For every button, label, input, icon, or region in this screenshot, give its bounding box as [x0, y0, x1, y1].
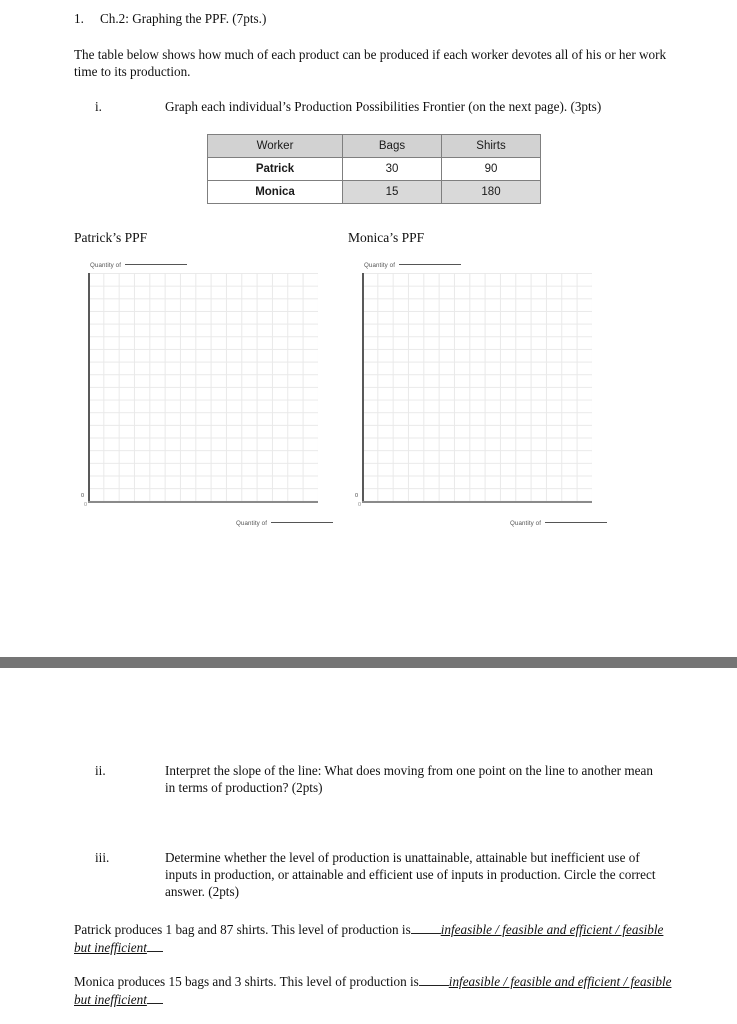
monica-y-axis-label-text: Quantity of — [364, 262, 396, 269]
monica-answer-blank[interactable] — [418, 985, 449, 986]
monica-x-axis-label-text: Quantity of — [510, 520, 542, 527]
monica-answer-line: Monica produces 15 bags and 3 shirts. Th… — [74, 973, 674, 1009]
patrick-x-axis-line — [88, 501, 318, 503]
table-cell-shirts: 180 — [441, 180, 541, 204]
table-cell-shirts: 90 — [441, 157, 541, 181]
monica-origin-label-secondary: 0 — [358, 502, 362, 508]
sub-item-i: i. Graph each individual’s Production Po… — [95, 98, 675, 115]
table-cell-bags: 30 — [342, 157, 442, 181]
patrick-answer-blank[interactable] — [410, 933, 441, 934]
sub-item-iii-text: Determine whether the level of productio… — [165, 850, 656, 899]
table-header-row: Worker Bags Shirts — [207, 134, 541, 158]
intro-paragraph: The table below shows how much of each p… — [74, 47, 667, 79]
monica-answer-prompt: Monica produces 15 bags and 3 shirts. Th… — [74, 974, 419, 989]
patrick-y-axis-label-text: Quantity of — [90, 262, 122, 269]
patrick-x-axis-blank[interactable] — [271, 522, 334, 523]
sub-item-ii-text: Interpret the slope of the line: What do… — [165, 763, 653, 795]
patrick-origin-label: 0 — [81, 493, 85, 499]
patrick-y-axis-label: Quantity of — [90, 262, 188, 269]
monica-y-axis-label: Quantity of — [364, 262, 462, 269]
table-cell-worker: Monica — [207, 180, 343, 204]
sub-item-ii: ii. Interpret the slope of the line: Wha… — [95, 762, 655, 796]
monica-x-axis-blank[interactable] — [545, 522, 608, 523]
patrick-answer-prompt: Patrick produces 1 bag and 87 shirts. Th… — [74, 922, 411, 937]
patrick-y-axis-line — [88, 273, 90, 502]
monica-graph-title: Monica’s PPF — [348, 230, 425, 245]
question-heading: 1. Ch.2: Graphing the PPF. (7pts.) — [74, 10, 674, 27]
patrick-plot-grid — [88, 273, 318, 501]
patrick-answer-tail-blank[interactable] — [146, 951, 163, 952]
patrick-answer-line: Patrick produces 1 bag and 87 shirts. Th… — [74, 921, 674, 957]
monica-x-axis-line — [362, 501, 592, 503]
monica-answer-tail-blank[interactable] — [146, 1003, 163, 1004]
sub-item-i-text: Graph each individual’s Production Possi… — [165, 99, 602, 114]
sub-item-iii: iii. Determine whether the level of prod… — [95, 849, 665, 900]
table-header-worker: Worker — [207, 134, 343, 158]
patrick-y-axis-blank[interactable] — [125, 264, 188, 265]
table-row: Monica 15 180 — [207, 180, 541, 204]
patrick-graph-title: Patrick’s PPF — [74, 230, 148, 245]
table-row: Patrick 30 90 — [207, 157, 541, 181]
patrick-x-axis-label: Quantity of — [236, 520, 334, 527]
monica-x-axis-label: Quantity of — [510, 520, 608, 527]
table-cell-bags: 15 — [342, 180, 442, 204]
sub-item-i-marker: i. — [95, 99, 102, 114]
patrick-origin-label-secondary: 0 — [84, 502, 88, 508]
monica-y-axis-blank[interactable] — [399, 264, 462, 265]
page-break-divider — [0, 657, 737, 668]
table-header-shirts: Shirts — [441, 134, 541, 158]
patrick-x-axis-label-text: Quantity of — [236, 520, 268, 527]
sub-item-ii-marker: ii. — [95, 763, 106, 778]
question-heading-text: Ch.2: Graphing the PPF. (7pts.) — [100, 11, 267, 26]
monica-y-axis-line — [362, 273, 364, 502]
question-number: 1. — [74, 11, 84, 26]
monica-origin-label: 0 — [355, 493, 359, 499]
sub-item-iii-marker: iii. — [95, 850, 110, 865]
monica-plot-grid — [362, 273, 592, 501]
production-table: Worker Bags Shirts Patrick 30 90 Monica … — [207, 134, 541, 204]
table-cell-worker: Patrick — [207, 157, 343, 181]
table-header-bags: Bags — [342, 134, 442, 158]
